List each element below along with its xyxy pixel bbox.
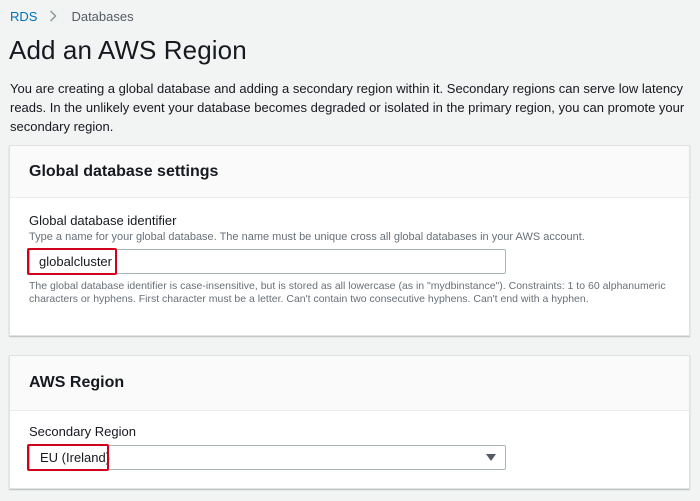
global-database-identifier-label: Global database identifier	[29, 213, 177, 228]
breadcrumb: RDS Databases	[10, 7, 134, 25]
breadcrumb-current: Databases	[71, 8, 134, 24]
breadcrumb-rds-link[interactable]: RDS	[10, 9, 37, 24]
panel-heading: Global database settings	[29, 163, 219, 180]
panel-header: Global database settings	[10, 146, 689, 198]
chevron-right-icon	[49, 10, 57, 22]
secondary-region-label: Secondary Region	[29, 424, 136, 439]
panel-heading: AWS Region	[29, 374, 125, 391]
page-title: Add an AWS Region	[9, 35, 247, 65]
global-database-identifier-input[interactable]	[29, 249, 506, 274]
global-database-identifier-hint: Type a name for your global database. Th…	[29, 231, 585, 243]
panel-header: AWS Region	[10, 356, 689, 411]
page-description: You are creating a global database and a…	[10, 81, 685, 134]
secondary-region-value: EU (Ireland)	[40, 450, 111, 465]
global-database-identifier-constraints: The global database identifier is case-i…	[29, 280, 666, 305]
secondary-region-select[interactable]: EU (Ireland)	[29, 445, 506, 470]
aws-region-panel: AWS Region Secondary Region EU (Ireland)	[9, 355, 690, 489]
caret-down-icon	[486, 454, 496, 461]
global-database-settings-panel: Global database settings Global database…	[9, 145, 690, 336]
